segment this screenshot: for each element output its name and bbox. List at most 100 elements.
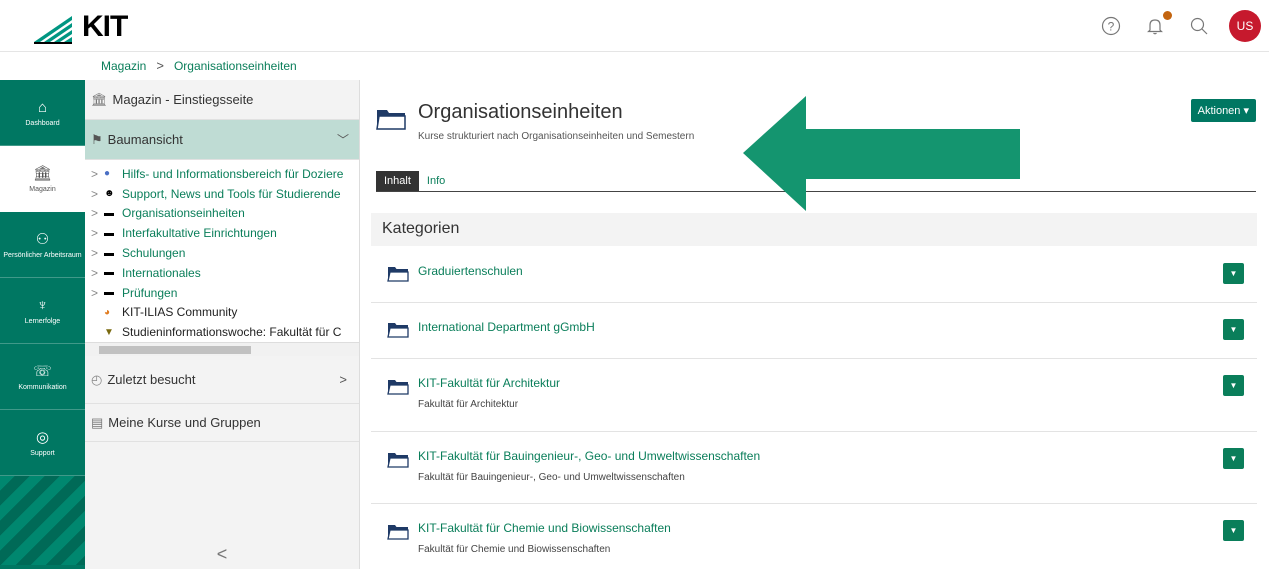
tree-view: > ● Hilfs- und Informationsbereich für D… <box>85 160 359 343</box>
folder-icon <box>376 110 406 130</box>
search-icon[interactable] <box>1181 8 1217 44</box>
folder-icon: ▬ <box>104 207 114 219</box>
notification-bell-icon[interactable] <box>1137 8 1173 44</box>
slate-entry-recent[interactable]: ◴ Zuletzt besucht > <box>85 356 359 405</box>
tab-inhalt[interactable]: Inhalt <box>376 170 419 191</box>
tree-item[interactable]: > ▬ Internationales <box>91 263 359 283</box>
mainbar-item-lernerfolge[interactable]: ♆ Lernerfolge <box>0 278 85 344</box>
chevron-right-icon[interactable]: > <box>91 226 104 240</box>
tree-item-label: Studieninformationswoche: Fakultät für C <box>122 325 342 340</box>
community-icon: ◕ <box>104 306 111 318</box>
folder-icon <box>387 323 409 338</box>
chevron-right-icon: > <box>339 372 347 388</box>
tree-item-label: Hilfs- und Informationsbereich für Dozie… <box>122 166 344 181</box>
mainbar-item-personal-workspace[interactable]: ⚇ Persönlicher Arbeitsraum <box>0 212 85 278</box>
caret-down-icon: ▼ <box>1229 526 1238 535</box>
tree-item[interactable]: ▼ Studieninformationswoche: Fakultät für… <box>91 322 359 342</box>
chevron-right-icon[interactable]: > <box>91 246 104 260</box>
tree-item[interactable]: ◕ KIT-ILIAS Community <box>91 303 359 323</box>
category-item[interactable]: Graduiertenschulen ▼ <box>371 246 1257 303</box>
chevron-right-icon[interactable]: > <box>91 187 104 201</box>
chevron-right-icon[interactable]: > <box>91 206 104 220</box>
page-description: Kurse strukturiert nach Organisationsein… <box>418 131 695 142</box>
lifebuoy-icon: ◎ <box>35 429 50 446</box>
tree-item[interactable]: > ☻ Support, News und Tools für Studiere… <box>91 184 359 204</box>
chevron-right-icon[interactable]: > <box>91 167 104 181</box>
mainbar-item-support[interactable]: ◎ Support <box>0 410 85 476</box>
category-item[interactable]: KIT-Fakultät für Architektur Fakultät fü… <box>371 359 1257 432</box>
breadcrumb-item-magazin[interactable]: Magazin <box>101 59 146 73</box>
chat-icon: ☏ <box>33 363 52 380</box>
signpost-icon: ⚑ <box>91 131 103 147</box>
category-title[interactable]: Graduiertenschulen <box>418 264 523 278</box>
mainbar-label: Kommunikation <box>18 384 67 391</box>
category-item[interactable]: International Department gGmbH ▼ <box>371 303 1257 359</box>
breadcrumb-separator-icon: > <box>156 58 164 73</box>
help-icon[interactable]: ? <box>1093 8 1129 44</box>
slate-entry-label: Baumansicht <box>107 132 183 147</box>
categories-panel: Kategorien Graduiertenschulen ▼ Internat… <box>371 213 1257 569</box>
chevron-right-icon[interactable]: > <box>91 286 104 300</box>
slate-entry-label: Meine Kurse und Gruppen <box>108 415 261 431</box>
mainbar-item-dashboard[interactable]: ⌂ Dashboard <box>0 80 85 146</box>
courses-icon: ▤ <box>91 414 104 430</box>
help-icon: ● <box>104 168 111 180</box>
mainbar-label: Persönlicher Arbeitsraum <box>3 252 82 259</box>
kit-logo[interactable]: KIT <box>32 8 128 44</box>
notification-badge <box>1163 11 1172 20</box>
actions-dropdown-button[interactable]: Aktionen ▾ <box>1190 99 1256 122</box>
tree-item[interactable]: > ▬ Interfakultative Einrichtungen <box>91 223 359 243</box>
category-description: Fakultät für Architektur <box>418 399 519 410</box>
category-title[interactable]: KIT-Fakultät für Chemie und Biowissensch… <box>418 521 671 535</box>
category-actions-button[interactable]: ▼ <box>1223 375 1244 396</box>
mainbar-label: Magazin <box>29 186 56 193</box>
top-bar: KIT ? US <box>0 0 1269 52</box>
horizontal-scrollbar[interactable] <box>85 342 359 357</box>
category-actions-button[interactable]: ▼ <box>1223 448 1244 469</box>
tree-item-label: Internationales <box>122 265 201 280</box>
breadcrumb-item-organisationseinheiten[interactable]: Organisationseinheiten <box>174 59 297 73</box>
main-bar: ⌂ Dashboard 🏛 Magazin ⚇ Persönlicher Arb… <box>0 80 85 569</box>
category-actions-button[interactable]: ▼ <box>1223 263 1244 284</box>
annotation-arrow-icon <box>743 96 1020 211</box>
tab-info[interactable]: Info <box>419 171 453 191</box>
mainbar-item-kommunikation[interactable]: ☏ Kommunikation <box>0 344 85 410</box>
category-actions-button[interactable]: ▼ <box>1223 319 1244 340</box>
category-item[interactable]: KIT-Fakultät für Bauingenieur-, Geo- und… <box>371 432 1257 504</box>
user-avatar[interactable]: US <box>1229 10 1261 42</box>
folder-icon: ▬ <box>104 267 114 279</box>
folder-icon: ▬ <box>104 287 114 299</box>
tree-item-label: Prüfungen <box>122 285 178 300</box>
chevron-right-icon[interactable]: > <box>91 266 104 280</box>
folder-icon <box>387 453 409 468</box>
category-title[interactable]: KIT-Fakultät für Architektur <box>418 376 560 390</box>
mainbar-label: Dashboard <box>25 119 60 127</box>
tree-item[interactable]: > ● Hilfs- und Informationsbereich für D… <box>91 164 359 184</box>
slate-entry-home[interactable]: 🏛 Magazin - Einstiegsseite <box>85 80 359 120</box>
slate-panel: 🏛 Magazin - Einstiegsseite ⚑ Baumansicht… <box>85 80 360 569</box>
category-item[interactable]: KIT-Fakultät für Chemie und Biowissensch… <box>371 504 1257 569</box>
category-title[interactable]: KIT-Fakultät für Bauingenieur-, Geo- und… <box>418 449 760 463</box>
tree-item[interactable]: > ▬ Prüfungen <box>91 283 359 303</box>
category-description: Fakultät für Chemie und Biowissenschafte… <box>418 544 611 555</box>
chevron-down-icon: ﹀ <box>336 133 349 147</box>
kit-logo-icon <box>34 16 72 44</box>
mainbar-item-magazin[interactable]: 🏛 Magazin <box>0 146 85 212</box>
tree-item[interactable]: > ▬ Organisationseinheiten <box>91 204 359 224</box>
category-description: Fakultät für Bauingenieur-, Geo- und Umw… <box>418 472 685 483</box>
slate-entry-label: Magazin - Einstiegsseite <box>112 92 254 107</box>
repository-icon: 🏛 <box>32 165 53 182</box>
category-title[interactable]: International Department gGmbH <box>418 320 595 334</box>
tree-item-label: Schulungen <box>122 246 186 261</box>
collapse-slate-button[interactable]: < <box>85 539 359 569</box>
support-icon: ☻ <box>104 188 115 200</box>
chevron-left-icon: < <box>216 543 228 564</box>
slate-entry-tree[interactable]: ⚑ Baumansicht ﹀ <box>85 120 359 160</box>
slate-entry-courses[interactable]: ▤ Meine Kurse und Gruppen <box>85 404 359 443</box>
scrollbar-thumb[interactable] <box>99 346 251 355</box>
top-icons: ? US <box>1085 8 1261 44</box>
page-title: Organisationseinheiten <box>418 101 623 123</box>
slate-entry-label: Zuletzt besucht <box>107 372 196 388</box>
category-actions-button[interactable]: ▼ <box>1223 520 1244 541</box>
tree-item[interactable]: > ▬ Schulungen <box>91 243 359 263</box>
